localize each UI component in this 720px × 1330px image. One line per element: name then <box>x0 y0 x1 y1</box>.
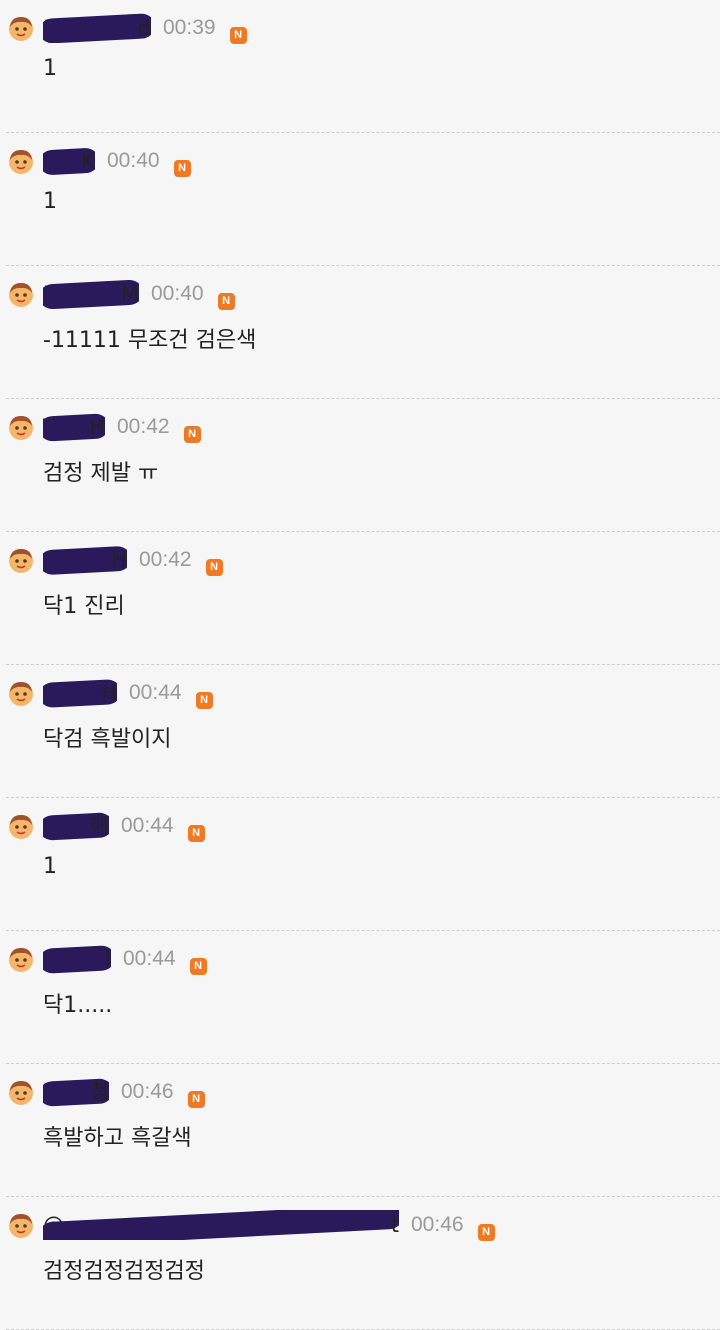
comment-time: 00:44 <box>129 681 182 704</box>
user-avatar-icon[interactable] <box>7 147 35 175</box>
comment-header: D해 00:44 N <box>7 810 205 842</box>
username[interactable]: 망청 <box>43 1077 109 1107</box>
comment-text: 닥1 진리 <box>43 594 125 619</box>
username[interactable]: SK <box>43 146 95 176</box>
username[interactable]: CH <box>43 678 117 708</box>
comment-text: 닥1..... <box>43 993 113 1018</box>
comment-item[interactable]: SK 00:40 N 1 <box>0 133 720 266</box>
username-tail: K <box>81 149 95 173</box>
comment-time: 00:40 <box>107 149 160 172</box>
comment-time: 00:42 <box>117 415 170 438</box>
comment-time: 00:46 <box>411 1213 464 1236</box>
new-badge-icon: N <box>477 1223 495 1241</box>
username[interactable]: DM <box>43 279 139 309</box>
user-avatar-icon[interactable] <box>7 1211 35 1239</box>
comment-text: 1 <box>43 189 57 214</box>
redaction-scribble <box>43 945 111 974</box>
username-tail: H <box>111 548 127 572</box>
username-tail: d <box>137 16 151 40</box>
comment-item[interactable]: 3d 00:39 N 1 <box>0 0 720 133</box>
comment-header: TH 00:42 N <box>7 411 201 443</box>
username-tail: 청 <box>89 1080 109 1104</box>
comment-header: 3d 00:39 N <box>7 12 247 44</box>
comment-item[interactable]: Cl 00:44 N 닥1..... <box>0 931 720 1064</box>
username[interactable]: TH <box>43 412 105 442</box>
user-avatar-icon[interactable] <box>7 812 35 840</box>
new-badge-icon: N <box>183 425 201 443</box>
comment-list: 3d 00:39 N 1 SK 00:40 N 1 DM 00:40 N -11111 무조건 검은색… <box>0 0 720 1330</box>
username-tail: t <box>390 1213 399 1237</box>
username-tail: H <box>101 681 117 705</box>
new-badge-icon: N <box>205 558 223 576</box>
redaction-scribble <box>43 13 151 43</box>
comment-text: 흑발하고 흑갈색 <box>43 1126 192 1151</box>
comment-text: 검정검정검정검정 <box>43 1259 205 1284</box>
comment-text: 1 <box>43 56 57 81</box>
username-tail: M <box>120 282 139 306</box>
comment-header: @t 00:46 N <box>7 1209 495 1241</box>
new-badge-icon: N <box>187 824 205 842</box>
comment-text: -11111 무조건 검은색 <box>43 328 257 353</box>
comment-header: SK 00:40 N <box>7 145 191 177</box>
comment-item[interactable]: JH 00:42 N 닥1 진리 <box>0 532 720 665</box>
comment-item[interactable]: @t 00:46 N 검정검정검정검정 <box>0 1197 720 1330</box>
comment-text: 닥검 흑발이지 <box>43 727 172 752</box>
comment-item[interactable]: 망청 00:46 N 흑발하고 흑갈색 <box>0 1064 720 1197</box>
username-tail: 해 <box>89 814 109 838</box>
comment-time: 00:44 <box>121 814 174 837</box>
new-badge-icon: N <box>173 159 191 177</box>
new-badge-icon: N <box>229 26 247 44</box>
new-badge-icon: N <box>187 1090 205 1108</box>
comment-header: DM 00:40 N <box>7 278 235 310</box>
user-avatar-icon[interactable] <box>7 945 35 973</box>
user-avatar-icon[interactable] <box>7 1078 35 1106</box>
new-badge-icon: N <box>189 957 207 975</box>
comment-time: 00:42 <box>139 548 192 571</box>
user-avatar-icon[interactable] <box>7 413 35 441</box>
comment-header: CH 00:44 N <box>7 677 213 709</box>
comment-time: 00:40 <box>151 282 204 305</box>
redaction-scribble <box>43 1210 399 1240</box>
comment-header: Cl 00:44 N <box>7 943 207 975</box>
new-badge-icon: N <box>195 691 213 709</box>
username[interactable]: Cl <box>43 944 111 974</box>
username[interactable]: D해 <box>43 811 109 841</box>
comment-text: 검정 제발 ㅠ <box>43 461 159 486</box>
username-tail: H <box>89 415 105 439</box>
comment-time: 00:39 <box>163 16 216 39</box>
user-avatar-icon[interactable] <box>7 546 35 574</box>
user-avatar-icon[interactable] <box>7 14 35 42</box>
comment-time: 00:46 <box>121 1080 174 1103</box>
comment-header: JH 00:42 N <box>7 544 223 576</box>
user-avatar-icon[interactable] <box>7 280 35 308</box>
username[interactable]: @t <box>43 1210 399 1240</box>
username-tail: l <box>105 947 111 971</box>
comment-item[interactable]: CH 00:44 N 닥검 흑발이지 <box>0 665 720 798</box>
new-badge-icon: N <box>217 292 235 310</box>
comment-item[interactable]: TH 00:42 N 검정 제발 ㅠ <box>0 399 720 532</box>
username[interactable]: 3d <box>43 13 151 43</box>
comment-item[interactable]: D해 00:44 N 1 <box>0 798 720 931</box>
comment-text: 1 <box>43 854 57 879</box>
comment-item[interactable]: DM 00:40 N -11111 무조건 검은색 <box>0 266 720 399</box>
user-avatar-icon[interactable] <box>7 679 35 707</box>
comment-time: 00:44 <box>123 947 176 970</box>
comment-header: 망청 00:46 N <box>7 1076 205 1108</box>
username[interactable]: JH <box>43 545 127 575</box>
